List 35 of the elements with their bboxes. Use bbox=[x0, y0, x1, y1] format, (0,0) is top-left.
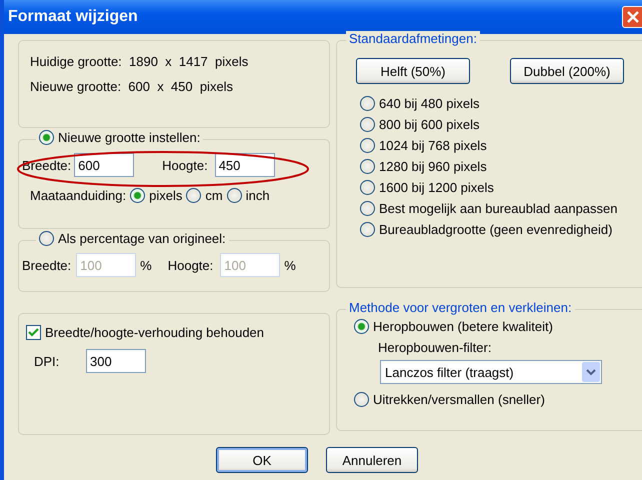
keep-aspect-checkbox[interactable]: Breedte/hoogte-verhouding behouden bbox=[26, 325, 264, 340]
percent-sign: % bbox=[284, 258, 296, 272]
cancel-button[interactable]: Annuleren bbox=[326, 447, 418, 473]
half-button[interactable]: Helft (50%) bbox=[356, 58, 470, 84]
size-option-radio[interactable]: 1600 bij 1200 pixels bbox=[360, 180, 494, 195]
height-label: Hoogte: bbox=[168, 258, 214, 272]
size-option-radio[interactable]: 1280 bij 960 pixels bbox=[360, 159, 487, 174]
height-label: Hoogte: bbox=[162, 158, 208, 172]
current-size-text: Huidige grootte: 1890 x 1417 pixels bbox=[30, 54, 248, 69]
ok-button[interactable]: OK bbox=[216, 447, 308, 473]
window-title: Formaat wijzigen bbox=[8, 8, 138, 26]
dpi-label: DPI: bbox=[34, 354, 60, 368]
new-size-text: Nieuwe grootte: 600 x 450 pixels bbox=[30, 79, 234, 94]
group-title: Standaardafmetingen: bbox=[346, 31, 480, 46]
width-field[interactable]: 600 bbox=[74, 153, 134, 177]
unit-radio[interactable]: cm bbox=[186, 188, 223, 203]
unit-label: Maataanduiding: bbox=[30, 188, 126, 203]
group-title: Methode voor vergroten en verkleinen: bbox=[346, 300, 575, 315]
size-option-radio[interactable]: 1024 bij 768 pixels bbox=[360, 138, 487, 153]
double-button[interactable]: Dubbel (200%) bbox=[510, 58, 624, 84]
height-field[interactable]: 450 bbox=[214, 153, 275, 177]
method-radio[interactable]: Uitrekken/versmallen (sneller) bbox=[354, 392, 545, 407]
size-option-radio[interactable]: Bureaubladgrootte (geen evenredigheid) bbox=[360, 222, 612, 237]
size-option-radio[interactable]: 800 bij 600 pixels bbox=[360, 117, 480, 132]
unit-radio[interactable]: inch bbox=[226, 188, 270, 203]
unit-radio[interactable]: pixels bbox=[130, 188, 182, 203]
filter-label: Heropbouwen-filter: bbox=[378, 340, 492, 355]
method-radio[interactable]: Heropbouwen (betere kwaliteit) bbox=[354, 319, 553, 334]
dpi-field[interactable]: 300 bbox=[86, 349, 146, 373]
size-option-radio[interactable]: Best mogelijk aan bureaublad aanpassen bbox=[360, 201, 618, 216]
width-label: Breedte: bbox=[22, 158, 72, 172]
width-label: Breedte: bbox=[22, 258, 72, 272]
percent-sign: % bbox=[140, 258, 152, 272]
size-option-radio[interactable]: 640 bij 480 pixels bbox=[360, 96, 480, 111]
filter-dropdown[interactable]: Lanczos filter (traagst) bbox=[380, 360, 602, 384]
